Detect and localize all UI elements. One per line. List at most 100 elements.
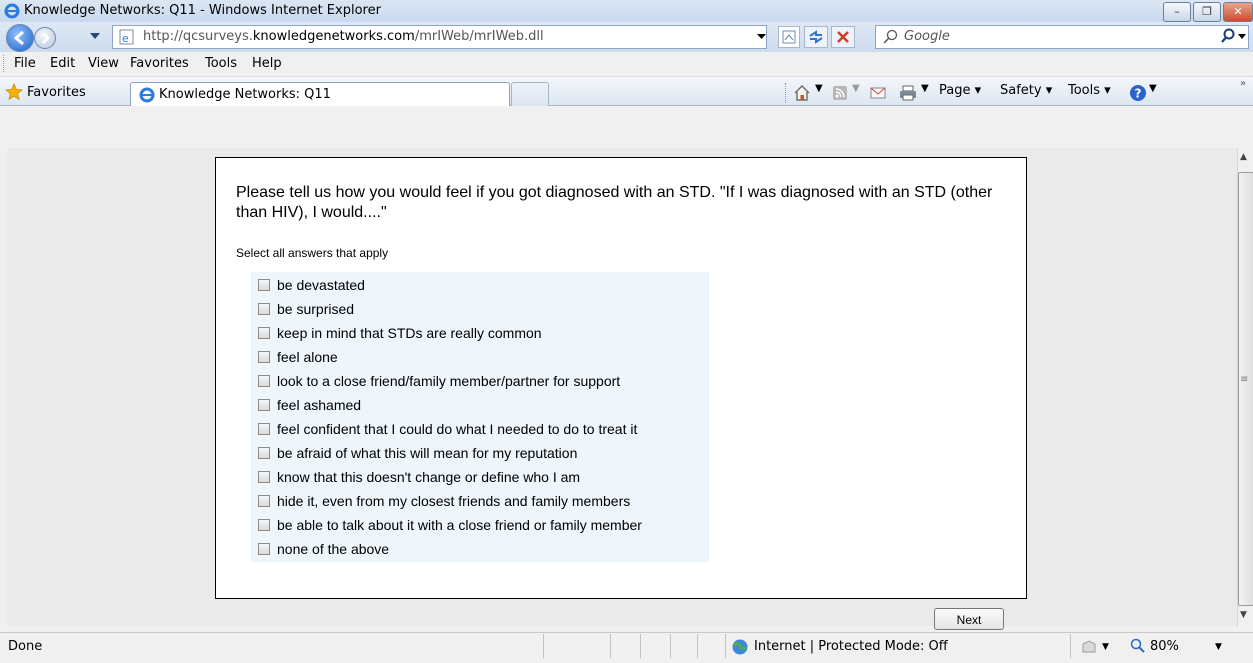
window-title: Knowledge Networks: Q11 - Windows Intern… <box>24 3 381 18</box>
ie-tab-icon <box>139 87 155 103</box>
option-item[interactable]: hide it, even from my closest friends an… <box>258 493 630 509</box>
print-icon[interactable] <box>898 84 918 102</box>
option-label: look to a close friend/family member/par… <box>277 373 621 389</box>
toolbar-overflow-icon[interactable]: » <box>1240 78 1246 89</box>
next-button[interactable]: Next <box>934 608 1004 630</box>
menu-view[interactable]: View <box>88 56 119 71</box>
svg-text:?: ? <box>1135 87 1142 101</box>
favorites-label: Favorites <box>27 84 86 100</box>
option-checkbox[interactable] <box>258 279 270 291</box>
menu-file[interactable]: File <box>14 56 36 71</box>
home-icon[interactable] <box>792 83 812 103</box>
recent-pages-dropdown-icon[interactable] <box>90 33 100 41</box>
option-item[interactable]: keep in mind that STDs are really common <box>258 325 542 341</box>
search-icon[interactable] <box>1220 28 1236 44</box>
home-dropdown-icon[interactable]: ▼ <box>815 83 823 94</box>
tab-title: Knowledge Networks: Q11 <box>159 87 331 102</box>
option-item[interactable]: be able to talk about it with a close fr… <box>258 517 642 533</box>
popup-dropdown-icon[interactable]: ▼ <box>1102 642 1109 652</box>
option-checkbox[interactable] <box>258 327 270 339</box>
feeds-dropdown-icon[interactable]: ▼ <box>852 83 860 94</box>
address-field[interactable]: e http://qcsurveys.knowledgenetworks.com… <box>112 25 767 49</box>
option-item[interactable]: be afraid of what this will mean for my … <box>258 445 577 461</box>
search-provider-icon <box>883 29 898 44</box>
zoom-dropdown-icon[interactable]: ▼ <box>1215 642 1222 652</box>
popup-blocker-icon[interactable] <box>1081 640 1097 654</box>
feeds-icon[interactable] <box>832 85 848 101</box>
search-placeholder: Google <box>904 29 950 44</box>
option-item[interactable]: none of the above <box>258 541 389 557</box>
option-checkbox[interactable] <box>258 447 270 459</box>
tools-menu[interactable]: Tools ▾ <box>1068 83 1111 98</box>
option-item[interactable]: feel confident that I could do what I ne… <box>258 421 637 437</box>
back-arrow-icon <box>13 30 24 46</box>
page-menu[interactable]: Page ▾ <box>939 83 981 98</box>
zoom-level[interactable]: 80% <box>1150 639 1179 654</box>
option-item[interactable]: feel alone <box>258 349 338 365</box>
option-checkbox[interactable] <box>258 543 270 555</box>
option-checkbox[interactable] <box>258 351 270 363</box>
option-checkbox[interactable] <box>258 303 270 315</box>
search-options-dropdown-icon[interactable] <box>1238 34 1246 40</box>
mail-icon[interactable] <box>870 86 886 100</box>
safety-menu[interactable]: Safety ▾ <box>1000 83 1052 98</box>
close-button[interactable]: ✕ <box>1223 2 1253 22</box>
back-button[interactable] <box>6 24 34 52</box>
thumb-grip-icon: ≡ <box>1240 374 1249 385</box>
scroll-down-icon[interactable]: ▼ <box>1240 610 1247 620</box>
option-label: be able to talk about it with a close fr… <box>277 517 642 533</box>
option-checkbox[interactable] <box>258 519 270 531</box>
scrollbar-thumb[interactable] <box>1238 172 1253 606</box>
stop-button[interactable] <box>831 26 855 48</box>
option-checkbox[interactable] <box>258 495 270 507</box>
minimize-button[interactable]: – <box>1163 2 1191 22</box>
compatibility-view-button[interactable] <box>778 26 800 48</box>
forward-button[interactable] <box>34 27 56 49</box>
option-label: none of the above <box>277 541 390 557</box>
star-icon <box>5 83 23 101</box>
command-bar-grip <box>785 83 788 103</box>
tab-active[interactable]: Knowledge Networks: Q11 <box>130 82 510 109</box>
status-divider <box>670 634 671 658</box>
option-item[interactable]: look to a close friend/family member/par… <box>258 373 620 389</box>
status-divider <box>697 634 698 658</box>
menu-edit[interactable]: Edit <box>50 56 75 71</box>
forward-arrow-icon <box>42 32 50 44</box>
status-bar <box>0 632 1253 663</box>
content-top-band <box>0 106 1253 148</box>
menu-help[interactable]: Help <box>252 56 282 71</box>
option-item[interactable]: feel ashamed <box>258 397 361 413</box>
search-field[interactable]: Google <box>875 25 1249 49</box>
zoom-icon <box>1130 638 1145 653</box>
favorites-button[interactable]: Favorites <box>5 81 86 103</box>
menu-tools[interactable]: Tools <box>205 56 237 71</box>
address-dropdown-icon[interactable] <box>757 34 766 40</box>
scroll-up-icon[interactable]: ▲ <box>1240 152 1247 162</box>
security-zone-text[interactable]: Internet | Protected Mode: Off <box>754 639 948 654</box>
menu-grip <box>3 55 7 72</box>
menu-favorites[interactable]: Favorites <box>130 56 189 71</box>
status-text: Done <box>8 639 43 654</box>
menu-bar: File Edit View Favorites Tools Help <box>0 52 1253 77</box>
option-checkbox[interactable] <box>258 399 270 411</box>
option-checkbox[interactable] <box>258 471 270 483</box>
option-item[interactable]: know that this doesn't change or define … <box>258 469 580 485</box>
option-label: hide it, even from my closest friends an… <box>277 493 631 509</box>
status-divider <box>543 634 544 658</box>
help-icon[interactable]: ? <box>1129 84 1147 102</box>
internet-zone-icon <box>732 639 748 655</box>
option-item[interactable]: be devastated <box>258 277 365 293</box>
answer-options-list: be devastated be surprised keep in mind … <box>251 272 709 562</box>
maximize-button[interactable]: ❐ <box>1193 2 1221 22</box>
option-checkbox[interactable] <box>258 423 270 435</box>
option-item[interactable]: be surprised <box>258 301 354 317</box>
refresh-button[interactable] <box>804 26 828 48</box>
new-tab-button[interactable] <box>511 82 549 108</box>
stop-icon <box>837 31 849 43</box>
option-checkbox[interactable] <box>258 375 270 387</box>
help-dropdown-icon[interactable]: ▼ <box>1149 83 1157 94</box>
print-dropdown-icon[interactable]: ▼ <box>921 83 929 94</box>
option-label: be surprised <box>277 301 355 317</box>
option-label: feel confident that I could do what I ne… <box>277 421 638 437</box>
status-divider <box>640 634 641 658</box>
